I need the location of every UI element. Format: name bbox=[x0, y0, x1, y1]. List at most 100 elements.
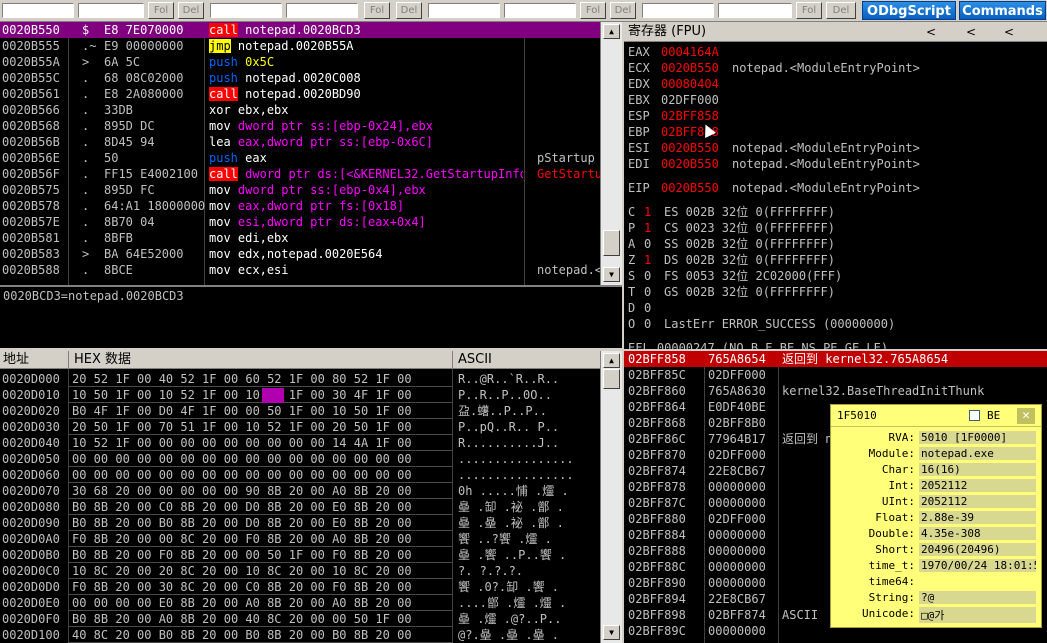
flag-value[interactable]: 0 bbox=[644, 300, 651, 316]
dump-hex-bytes[interactable]: 00 00 00 00 E0 8B 20 00 A0 8B 20 00 A0 8… bbox=[72, 595, 412, 611]
stack-value[interactable]: E0DF40BE bbox=[708, 399, 766, 415]
toolbar-field-6[interactable] bbox=[504, 3, 576, 18]
stack-row[interactable]: 02BFF860 765A8630 kernel32.BaseThreadInitT… bbox=[624, 383, 1047, 399]
stack-value[interactable]: 02DFF000 bbox=[708, 447, 766, 463]
follow-button-4[interactable]: Fol bbox=[796, 2, 822, 19]
stack-value[interactable]: 77964B17 bbox=[708, 431, 766, 447]
follow-button-3[interactable]: Fol bbox=[580, 2, 606, 19]
stack-value[interactable]: 02BFF874 bbox=[708, 607, 766, 623]
flag-value[interactable]: 0 bbox=[644, 268, 651, 284]
disasm-row[interactable]: 0020B555 .~ E9 00000000 jmp notepad.0020B55… bbox=[0, 38, 600, 54]
disasm-row[interactable]: 0020B578. 64:A1 18000000 mov eax,dword ptr… bbox=[0, 198, 600, 214]
odbgscript-button[interactable]: ODbgScript bbox=[862, 1, 956, 20]
dump-ascii[interactable]: 0h .....悑 .爧 . bbox=[458, 483, 569, 499]
disasm-row[interactable]: 0020B55A >6A 5C push 0x5C bbox=[0, 54, 600, 70]
stack-value[interactable]: 00000000 bbox=[708, 575, 766, 591]
dump-hex-bytes[interactable]: F0 8B 20 00 00 8C 20 00 F0 8B 20 00 A0 8… bbox=[72, 531, 412, 547]
toolbar-field-5[interactable] bbox=[428, 3, 500, 18]
stack-value[interactable]: 765A8654 bbox=[708, 351, 766, 367]
dump-hex-bytes[interactable]: B0 8B 20 00 C0 8B 20 00 D0 8B 20 00 E0 8… bbox=[72, 499, 412, 515]
stack-value[interactable]: 02BFF8B0 bbox=[708, 415, 766, 431]
dump-ascii[interactable]: ....鄫 .爧 .爧 . bbox=[458, 595, 566, 611]
flag-value[interactable]: 1 bbox=[644, 204, 651, 220]
dump-hex-bytes[interactable]: 20 52 1F 00 40 52 1F 00 60 52 1F 00 80 5… bbox=[72, 371, 412, 387]
dump-hex-bytes[interactable]: 00 00 00 00 00 00 00 00 00 00 00 00 00 0… bbox=[72, 467, 412, 483]
stack-value[interactable]: 00000000 bbox=[708, 543, 766, 559]
dump-col-address[interactable]: 地址 bbox=[3, 351, 29, 369]
register-value[interactable]: 0004164A bbox=[661, 44, 719, 60]
dump-ascii[interactable]: R..........J.. bbox=[458, 435, 559, 451]
stack-value[interactable]: 00000000 bbox=[708, 479, 766, 495]
scroll-down-icon[interactable]: ▼ bbox=[603, 625, 620, 640]
delete-button-2[interactable]: Del bbox=[396, 2, 422, 19]
commands-button[interactable]: Commands bbox=[959, 1, 1046, 20]
dump-hex-bytes[interactable]: 20 50 1F 00 70 51 1F 00 10 52 1F 00 20 5… bbox=[72, 419, 412, 435]
stack-value[interactable]: 00000000 bbox=[708, 495, 766, 511]
disasm-row[interactable]: 0020B56F. FF15 E4002100 call dword ptr ds:… bbox=[0, 166, 600, 182]
efl-row[interactable]: EFL 00000247 (NO,B,E,BE,NS,PE,GE,LE) bbox=[628, 340, 888, 349]
registers-pane[interactable]: 寄存器 (FPU) < < < EAX 0004164A ECX 0020B550 no… bbox=[624, 22, 1047, 349]
be-checkbox[interactable] bbox=[969, 410, 980, 421]
dump-hex-bytes[interactable]: 40 8C 20 00 B0 8B 20 00 B0 8B 20 00 B0 8… bbox=[72, 627, 412, 643]
dump-col-ascii[interactable]: ASCII bbox=[458, 351, 492, 369]
disasm-row[interactable]: 0020B56E. 50 push eax pStartup bbox=[0, 150, 600, 166]
disasm-row[interactable]: 0020B568. 895D DC mov dword ptr ss:[ebp-0x… bbox=[0, 118, 600, 134]
disassembly-scrollbar[interactable]: ▲ ▼ bbox=[600, 22, 622, 285]
stack-value[interactable]: 00000000 bbox=[708, 559, 766, 575]
toolbar-field-7[interactable] bbox=[642, 3, 714, 18]
delete-button-3[interactable]: Del bbox=[610, 2, 636, 19]
scroll-up-icon[interactable]: ▲ bbox=[603, 353, 620, 368]
dump-ascii[interactable]: ?. ?.?.?. bbox=[458, 563, 523, 579]
toolbar-field-8[interactable] bbox=[718, 3, 792, 18]
register-value[interactable]: 0020B550 bbox=[661, 140, 719, 156]
scroll-thumb[interactable] bbox=[603, 230, 620, 256]
stack-value[interactable]: 02DFF000 bbox=[708, 511, 766, 527]
dump-hex-bytes[interactable]: B0 8B 20 00 F0 8B 20 00 00 50 1F 00 F0 8… bbox=[72, 547, 412, 563]
toolbar-field-3[interactable] bbox=[210, 3, 282, 18]
dump-pane[interactable]: 0020D000 20 52 1F 00 40 52 1F 00 60 52 1F… bbox=[0, 369, 600, 643]
dump-hex-bytes[interactable]: 00 00 00 00 00 00 00 00 00 00 00 00 00 0… bbox=[72, 451, 412, 467]
dump-ascii[interactable]: 皨 .缷 .袐 .鄫 . bbox=[458, 499, 564, 515]
disasm-row[interactable]: 0020B561. E8 2A080000 call notepad.0020BD9… bbox=[0, 86, 600, 102]
dump-hex-bytes[interactable]: F0 8B 20 00 30 8C 20 00 C0 8B 20 00 F0 8… bbox=[72, 579, 412, 595]
scroll-up-icon[interactable]: ▲ bbox=[603, 24, 620, 39]
dump-ascii[interactable]: R..@R..`R..R.. bbox=[458, 371, 559, 387]
dump-scrollbar[interactable]: ▲ ▼ bbox=[600, 351, 622, 643]
arrow-left-icon[interactable]: < bbox=[1004, 22, 1014, 42]
close-icon[interactable]: ✕ bbox=[1017, 408, 1035, 424]
dump-hex-bytes[interactable]: 10 8C 20 00 20 8C 20 00 10 8C 20 00 10 8… bbox=[72, 563, 412, 579]
dump-hex-bytes[interactable]: 10 52 1F 00 00 00 00 00 00 00 00 00 14 4… bbox=[72, 435, 412, 451]
scroll-down-icon[interactable]: ▼ bbox=[603, 267, 620, 282]
scroll-thumb[interactable] bbox=[603, 369, 620, 389]
dump-ascii[interactable]: 皨 .饗 ..P..饗 . bbox=[458, 547, 566, 563]
stack-row[interactable]: 02BFF858 765A8654 返回到 kernel32.765A8654 bbox=[624, 351, 1047, 367]
disasm-row[interactable]: 0020B57E. 8B70 04 mov esi,dword ptr ds:[ea… bbox=[0, 214, 600, 230]
disasm-row[interactable]: 0020B566. 33DB xor ebx,ebx bbox=[0, 102, 600, 118]
disasm-row[interactable]: 0020B550 $ E8 7E070000 call notepad.0020BCD… bbox=[0, 22, 600, 38]
register-value[interactable]: 00080404 bbox=[661, 76, 719, 92]
flag-value[interactable]: 0 bbox=[644, 236, 651, 252]
stack-value[interactable]: 765A8630 bbox=[708, 383, 766, 399]
dump-ascii[interactable]: 盁.蠴..P..P.. bbox=[458, 403, 547, 419]
register-value[interactable]: 0020B550 bbox=[661, 180, 719, 196]
dump-ascii[interactable]: P..R..P..0O.. bbox=[458, 387, 552, 403]
register-value[interactable]: 0020B550 bbox=[661, 60, 719, 76]
disasm-row[interactable]: 0020B583 > BA 64E52000 mov edx,notepad.0020… bbox=[0, 246, 600, 262]
dump-ascii[interactable]: 饗 .0?.缷 .饗 . bbox=[458, 579, 559, 595]
register-value[interactable]: 02DFF000 bbox=[661, 92, 719, 108]
dump-hex-bytes[interactable]: B0 4F 1F 00 D0 4F 1F 00 00 50 1F 00 10 5… bbox=[72, 403, 412, 419]
follow-button-2[interactable]: Fol bbox=[364, 2, 390, 19]
dump-hex-bytes[interactable]: B0 8B 20 00 A0 8B 20 00 40 8C 20 00 00 5… bbox=[72, 611, 412, 627]
dump-ascii[interactable]: P..pQ..R.. P.. bbox=[458, 419, 559, 435]
follow-button-1[interactable]: Fol bbox=[148, 2, 174, 19]
stack-row[interactable]: 02BFF85C 02DFF000 bbox=[624, 367, 1047, 383]
arrow-left-icon[interactable]: < bbox=[926, 22, 936, 42]
dump-hex-bytes[interactable]: 10 50 1F 00 10 52 1F 00 10 50 1F 00 30 4… bbox=[72, 387, 412, 403]
stack-value[interactable]: 00000000 bbox=[708, 623, 766, 639]
dump-ascii[interactable]: 饗 ..?饗 .爧 . bbox=[458, 531, 552, 547]
disasm-row[interactable]: 0020B575. 895D FC mov dword ptr ss:[ebp-0x… bbox=[0, 182, 600, 198]
toolbar-field-4[interactable] bbox=[286, 3, 358, 18]
disasm-row[interactable]: 0020B581. 8BFB mov edi,ebx bbox=[0, 230, 600, 246]
disasm-row[interactable]: 0020B55C. 68 08C02000 push notepad.0020C00… bbox=[0, 70, 600, 86]
delete-button-4[interactable]: Del bbox=[826, 2, 856, 19]
